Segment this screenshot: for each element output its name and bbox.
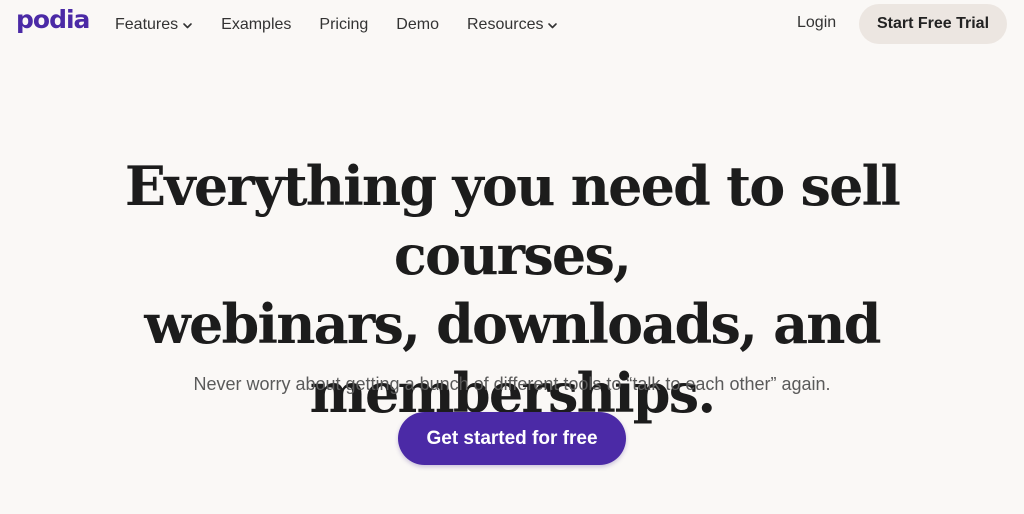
hero-subtitle: Never worry about getting a bunch of dif… (193, 374, 831, 394)
site-header: podia Features Examples Pricing Demo Res… (0, 0, 1024, 50)
nav-item-label: Demo (396, 16, 439, 33)
get-started-button[interactable]: Get started for free (398, 412, 626, 465)
podia-logo[interactable]: podia (16, 5, 90, 34)
nav-item-label: Features (115, 16, 179, 33)
nav-item-pricing[interactable]: Pricing (319, 16, 368, 34)
nav-item-label: Resources (466, 16, 544, 33)
hero-title-line-1: Everything you need to sell courses, (124, 154, 901, 287)
nav-item-resources[interactable]: Resources (467, 16, 558, 34)
chevron-down-icon (182, 20, 193, 31)
nav-item-label: Examples (221, 16, 292, 33)
nav-item-demo[interactable]: Demo (396, 16, 439, 34)
hero-title-line-2: webinars, downloads, and (144, 292, 881, 356)
chevron-down-icon (547, 20, 558, 31)
login-link[interactable]: Login (797, 14, 836, 32)
nav-item-examples[interactable]: Examples (221, 16, 291, 34)
nav-item-features[interactable]: Features (115, 16, 193, 34)
nav-item-label: Pricing (319, 16, 369, 33)
main-nav: Features Examples Pricing Demo Resources (115, 14, 586, 36)
start-free-trial-button[interactable]: Start Free Trial (859, 4, 1007, 44)
